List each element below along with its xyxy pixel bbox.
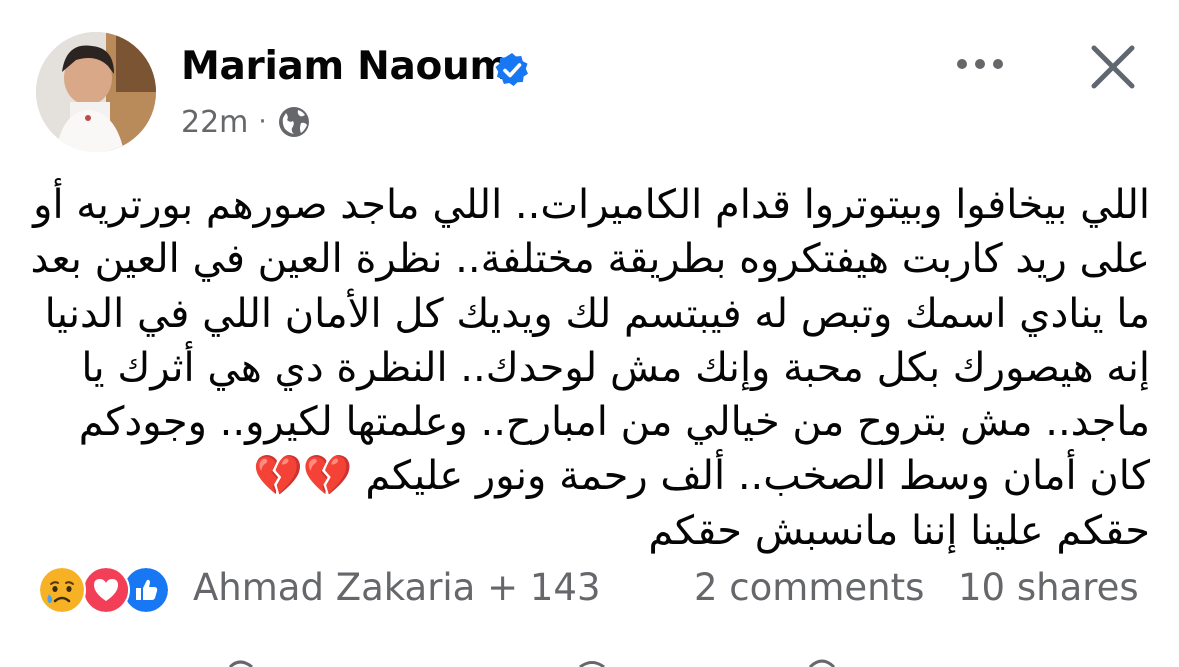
post-text-line: ماجد.. مش بتروح من خيالي من امبارح.. وعل… — [78, 399, 1150, 446]
post-text-line: ما ينادي اسمك وتبص له فيبتسم لك ويديك كل… — [44, 290, 1150, 337]
author-avatar[interactable] — [36, 32, 156, 152]
more-options-button[interactable] — [948, 44, 1012, 84]
comments-count[interactable]: 2 comments — [694, 564, 924, 612]
reactors-text[interactable]: Ahmad Zakaria + 143 — [193, 564, 601, 612]
post-text-line: اللي بيخافوا وبيتوتروا قدام الكاميرات.. … — [33, 182, 1150, 228]
post-text: اللي بيخافوا وبيتوتروا قدام الكاميرات.. … — [30, 178, 1151, 558]
post-text-line: كان أمان وسط الصخب.. ألف رحمة ونور عليكم… — [253, 453, 1150, 500]
facebook-post: Mariam Naoum 22m · اللي بيخافوا وبيتوترو… — [0, 0, 1179, 667]
meta-separator: · — [258, 107, 267, 137]
shares-count[interactable]: 10 shares — [958, 564, 1139, 612]
avatar-image — [36, 32, 156, 152]
love-reaction-icon — [82, 566, 130, 614]
post-text-line: على ريد كاربت هيفتكروه بطريقة مختلفة.. ن… — [30, 236, 1151, 283]
author-name[interactable]: Mariam Naoum — [181, 42, 510, 92]
action-bar-icons-partial — [228, 659, 836, 667]
verified-badge-icon — [495, 53, 528, 86]
more-dots-icon — [957, 59, 1003, 69]
sad-reaction-icon — [38, 566, 86, 614]
globe-icon[interactable] — [277, 105, 311, 139]
reactions-summary[interactable] — [34, 566, 184, 614]
post-meta: 22m · — [181, 102, 311, 142]
post-text-line: إنه هيصورك بكل محبة وإنك مش لوحدك.. النظ… — [81, 344, 1150, 391]
post-time[interactable]: 22m — [181, 105, 248, 140]
close-icon[interactable] — [1086, 40, 1140, 94]
post-text-line: حقكم علينا إننا مانسبش حقكم — [648, 507, 1150, 554]
